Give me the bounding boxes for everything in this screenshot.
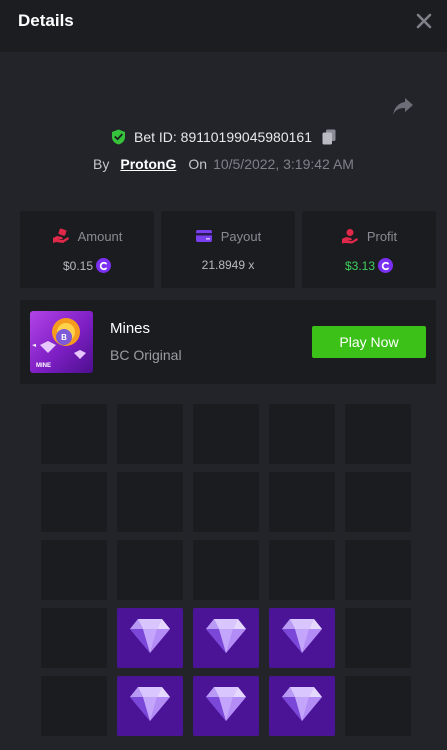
- coin-icon: [378, 258, 394, 273]
- mine-tile: [345, 404, 411, 464]
- mine-tile-gem: [193, 608, 259, 668]
- close-icon[interactable]: [415, 12, 433, 30]
- mine-tile-gem: [269, 608, 335, 668]
- game-thumbnail[interactable]: B MINE: [30, 311, 93, 373]
- page-title: Details: [18, 11, 74, 30]
- game-name: Mines: [110, 320, 151, 337]
- by-label: By: [93, 156, 110, 172]
- mine-tile: [193, 472, 259, 532]
- mine-tile: [193, 540, 259, 600]
- gem-icon: [282, 687, 322, 721]
- amount-card: Amount $0.15: [20, 211, 154, 288]
- share-icon[interactable]: [392, 96, 414, 116]
- bet-date: 10/5/2022, 3:19:42 AM: [213, 156, 354, 172]
- mines-board: [41, 404, 413, 750]
- mine-tile: [345, 472, 411, 532]
- mine-tile-gem: [117, 676, 183, 736]
- bet-id: Bet ID: 89110199045980161: [133, 129, 312, 145]
- mine-tile: [41, 404, 107, 464]
- coin-icon: [96, 258, 112, 273]
- game-subtitle: BC Original: [110, 347, 182, 363]
- payout-card: Payout 21.8949 x: [161, 211, 295, 288]
- mine-tile-gem: [193, 676, 259, 736]
- mine-tile-gem: [117, 608, 183, 668]
- profit-hand-icon: [341, 229, 358, 244]
- play-now-button[interactable]: Play Now: [312, 326, 426, 358]
- mine-tile: [41, 676, 107, 736]
- profit-value: $3.13: [344, 258, 376, 273]
- on-label: On: [188, 156, 208, 172]
- thumbnail-text: MINE: [36, 363, 51, 369]
- gem-icon: [206, 619, 246, 653]
- mine-tile: [345, 540, 411, 600]
- bet-id-row: Bet ID: 89110199045980161: [0, 127, 447, 147]
- payout-value: 21.8949 x: [201, 258, 255, 272]
- payout-label: Payout: [220, 228, 262, 244]
- verified-shield-icon: [111, 129, 125, 145]
- mine-tile: [117, 540, 183, 600]
- mine-tile: [41, 472, 107, 532]
- profit-label: Profit: [366, 228, 398, 244]
- mine-tile: [41, 540, 107, 600]
- bet-meta-row: By ProtonG On 10/5/2022, 3:19:42 AM: [0, 154, 447, 174]
- wallet-icon: [195, 230, 212, 242]
- game-card: B MINE Mines BC Original Play Now: [20, 300, 436, 384]
- mine-tile-gem: [269, 676, 335, 736]
- mine-tile: [345, 676, 411, 736]
- mine-tile: [41, 608, 107, 668]
- copy-icon[interactable]: [322, 129, 336, 145]
- header-bar: Details: [0, 0, 447, 52]
- amount-hand-icon: [52, 228, 69, 243]
- user-link[interactable]: ProtonG: [120, 156, 176, 172]
- mine-tile: [269, 472, 335, 532]
- gem-icon: [282, 619, 322, 653]
- amount-value: $0.15: [62, 258, 94, 273]
- mine-tile: [269, 540, 335, 600]
- gem-icon: [130, 687, 170, 721]
- mine-tile: [117, 404, 183, 464]
- amount-label: Amount: [77, 228, 123, 244]
- mine-tile: [193, 404, 259, 464]
- mine-tile: [117, 472, 183, 532]
- mine-tile: [269, 404, 335, 464]
- svg-text:B: B: [61, 333, 67, 342]
- mine-tile: [345, 608, 411, 668]
- profit-card: Profit $3.13: [302, 211, 436, 288]
- gem-icon: [206, 687, 246, 721]
- gem-icon: [130, 619, 170, 653]
